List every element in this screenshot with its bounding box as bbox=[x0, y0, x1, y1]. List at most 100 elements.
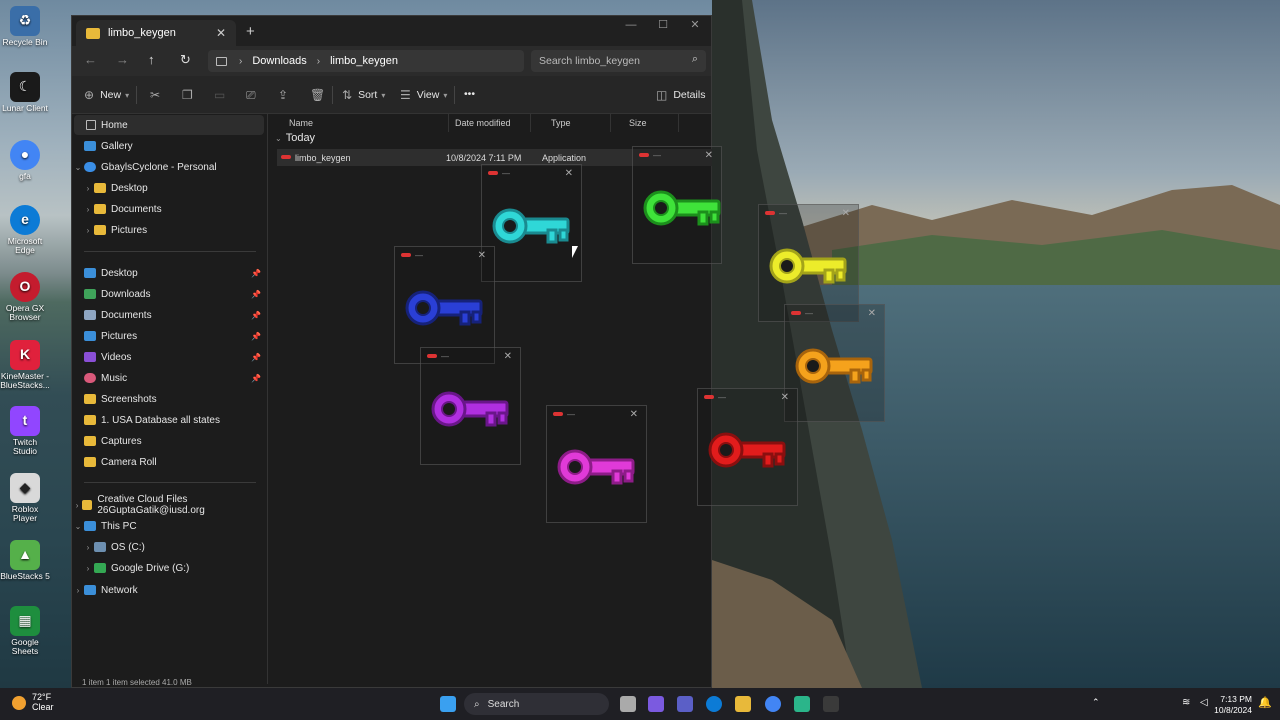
pin-icon[interactable]: 📌 bbox=[251, 269, 261, 278]
nav-quick-documents[interactable]: Documents 📌 bbox=[72, 305, 267, 325]
chrome-taskbar-icon[interactable] bbox=[765, 696, 781, 712]
nav-google-drive[interactable]: › Google Drive (G:) bbox=[72, 558, 267, 578]
keygen-popup-cyan[interactable]: — ✕ bbox=[481, 164, 582, 282]
close-window-button[interactable]: ✕ bbox=[679, 16, 711, 36]
column-type[interactable]: Type bbox=[531, 114, 611, 132]
chevron-right-icon[interactable]: › bbox=[82, 226, 94, 235]
pin-icon[interactable]: 📌 bbox=[251, 353, 261, 362]
nav-quick-desktop[interactable]: Desktop 📌 bbox=[72, 263, 267, 283]
paste-button[interactable]: ▭ bbox=[214, 88, 231, 102]
pin-icon[interactable]: 📌 bbox=[251, 374, 261, 383]
desktop-icon-sheets[interactable]: ▦ Google Sheets bbox=[0, 606, 50, 657]
edge-taskbar-icon[interactable] bbox=[706, 696, 722, 712]
desktop-icon-edge[interactable]: e Microsoft Edge bbox=[0, 205, 50, 256]
keygen-taskbar-icon[interactable] bbox=[823, 696, 839, 712]
nav-quick-screenshots[interactable]: Screenshots bbox=[72, 389, 267, 409]
search-input[interactable]: Search limbo_keygen ⌕ bbox=[531, 50, 706, 72]
delete-button[interactable]: 🗑 bbox=[310, 88, 331, 102]
nav-item-gallery[interactable]: Gallery bbox=[72, 136, 267, 156]
nav-item-onedrive[interactable]: ⌄ GbaylsCyclone - Personal bbox=[72, 157, 267, 177]
close-icon[interactable]: ✕ bbox=[504, 351, 512, 362]
copilot-icon[interactable] bbox=[648, 696, 664, 712]
copy-button[interactable]: ❐ bbox=[182, 88, 199, 102]
keygen-popup-orange[interactable]: — ✕ bbox=[784, 304, 885, 422]
close-icon[interactable]: ✕ bbox=[630, 409, 638, 420]
keygen-popup-red[interactable]: — ✕ bbox=[697, 388, 798, 506]
rename-button[interactable]: ⎚ bbox=[246, 88, 262, 103]
breadcrumb-downloads[interactable]: Downloads bbox=[252, 55, 306, 67]
start-button[interactable] bbox=[440, 696, 456, 712]
group-header-today[interactable]: ⌄ Today bbox=[275, 132, 315, 144]
volume-icon[interactable]: ◁ bbox=[1200, 697, 1208, 708]
view-button[interactable]: ☰ View ▾ bbox=[400, 88, 447, 102]
nav-item-od-pictures[interactable]: › Pictures bbox=[72, 220, 267, 240]
chevron-right-icon[interactable]: › bbox=[82, 205, 94, 214]
breadcrumb-limbo-keygen[interactable]: limbo_keygen bbox=[330, 55, 398, 67]
chevron-right-icon[interactable]: › bbox=[72, 501, 82, 510]
chevron-right-icon[interactable]: › bbox=[82, 564, 94, 573]
notification-bell-icon[interactable]: 🔔 bbox=[1258, 696, 1272, 709]
tab-limbo-keygen[interactable]: limbo_keygen ✕ bbox=[76, 20, 236, 46]
nav-quick-downloads[interactable]: Downloads 📌 bbox=[72, 284, 267, 304]
chevron-right-icon[interactable]: › bbox=[82, 184, 94, 193]
nav-item-home[interactable]: Home bbox=[74, 115, 264, 135]
sort-button[interactable]: ⇅ Sort ▾ bbox=[342, 88, 385, 102]
maximize-button[interactable]: ☐ bbox=[647, 16, 679, 36]
close-icon[interactable]: ✕ bbox=[478, 250, 486, 261]
desktop-icon-opera[interactable]: O Opera GX Browser bbox=[0, 272, 50, 323]
app-taskbar-icon[interactable] bbox=[794, 696, 810, 712]
chevron-down-icon[interactable]: ⌄ bbox=[72, 522, 84, 531]
nav-quick-usa-database[interactable]: 1. USA Database all states bbox=[72, 410, 267, 430]
up-arrow-icon[interactable]: ↑ bbox=[148, 52, 155, 67]
taskbar-search[interactable]: ⌕ Search bbox=[464, 693, 609, 715]
desktop-icon-recycle-bin[interactable]: ♻ Recycle Bin bbox=[0, 6, 50, 47]
nav-this-pc[interactable]: ⌄ This PC bbox=[72, 516, 267, 536]
pin-icon[interactable]: 📌 bbox=[251, 332, 261, 341]
address-input[interactable]: › Downloads › limbo_keygen bbox=[208, 50, 524, 72]
keygen-popup-magenta[interactable]: — ✕ bbox=[546, 405, 647, 523]
nav-item-od-desktop[interactable]: › Desktop bbox=[72, 178, 267, 198]
close-icon[interactable]: ✕ bbox=[705, 150, 713, 161]
forward-arrow-icon[interactable]: → bbox=[116, 52, 129, 67]
nav-os-c[interactable]: › OS (C:) bbox=[72, 537, 267, 557]
desktop-icon-lunar-client[interactable]: ☾ Lunar Client bbox=[0, 72, 50, 113]
nav-quick-music[interactable]: Music 📌 bbox=[72, 368, 267, 388]
chevron-right-icon[interactable]: › bbox=[72, 586, 84, 595]
file-explorer-taskbar-icon[interactable] bbox=[735, 696, 751, 712]
more-options-button[interactable]: ••• bbox=[464, 88, 475, 100]
pin-icon[interactable]: 📌 bbox=[251, 290, 261, 299]
desktop-icon-kinemaster[interactable]: K KineMaster - BlueStacks... bbox=[0, 340, 50, 391]
close-icon[interactable]: ✕ bbox=[565, 168, 573, 179]
keygen-popup-purple[interactable]: — ✕ bbox=[420, 347, 521, 465]
teams-icon[interactable] bbox=[677, 696, 693, 712]
nav-item-od-documents[interactable]: › Documents bbox=[72, 199, 267, 219]
cut-button[interactable]: ✂ bbox=[150, 88, 166, 102]
share-button[interactable]: ⇪ bbox=[278, 88, 294, 102]
details-button[interactable]: ◫ Details bbox=[656, 88, 705, 102]
keygen-popup-green[interactable]: — ✕ bbox=[632, 146, 722, 264]
desktop-icon-roblox[interactable]: ◆ Roblox Player bbox=[0, 473, 50, 524]
nav-quick-pictures[interactable]: Pictures 📌 bbox=[72, 326, 267, 346]
close-icon[interactable]: ✕ bbox=[868, 308, 876, 319]
nav-network[interactable]: › Network bbox=[72, 580, 267, 600]
nav-quick-camera-roll[interactable]: Camera Roll bbox=[72, 452, 267, 472]
new-tab-button[interactable]: + bbox=[246, 23, 255, 40]
minimize-button[interactable]: — bbox=[615, 16, 647, 36]
chevron-up-icon[interactable]: ⌃ bbox=[1092, 697, 1100, 708]
nav-creative-cloud[interactable]: › Creative Cloud Files 26GuptaGatik@iusd.… bbox=[72, 494, 267, 516]
chevron-right-icon[interactable]: › bbox=[82, 543, 94, 552]
weather-widget[interactable]: 72°F Clear bbox=[12, 692, 54, 713]
refresh-icon[interactable]: ↻ bbox=[180, 52, 191, 68]
back-arrow-icon[interactable]: ← bbox=[84, 52, 97, 67]
column-date-modified[interactable]: Date modified bbox=[435, 114, 531, 132]
column-size[interactable]: Size bbox=[609, 114, 679, 132]
task-view-icon[interactable] bbox=[620, 696, 636, 712]
close-icon[interactable]: ✕ bbox=[781, 392, 789, 403]
nav-quick-videos[interactable]: Videos 📌 bbox=[72, 347, 267, 367]
desktop-icon-bluestacks[interactable]: ▲ BlueStacks 5 bbox=[0, 540, 50, 581]
column-name[interactable]: Name bbox=[269, 114, 449, 132]
desktop-icon-gfa[interactable]: ● gfa bbox=[0, 140, 50, 181]
nav-quick-captures[interactable]: Captures bbox=[72, 431, 267, 451]
system-clock[interactable]: 7:13 PM 10/8/2024 bbox=[1214, 694, 1252, 716]
desktop-icon-twitch[interactable]: t Twitch Studio bbox=[0, 406, 50, 457]
